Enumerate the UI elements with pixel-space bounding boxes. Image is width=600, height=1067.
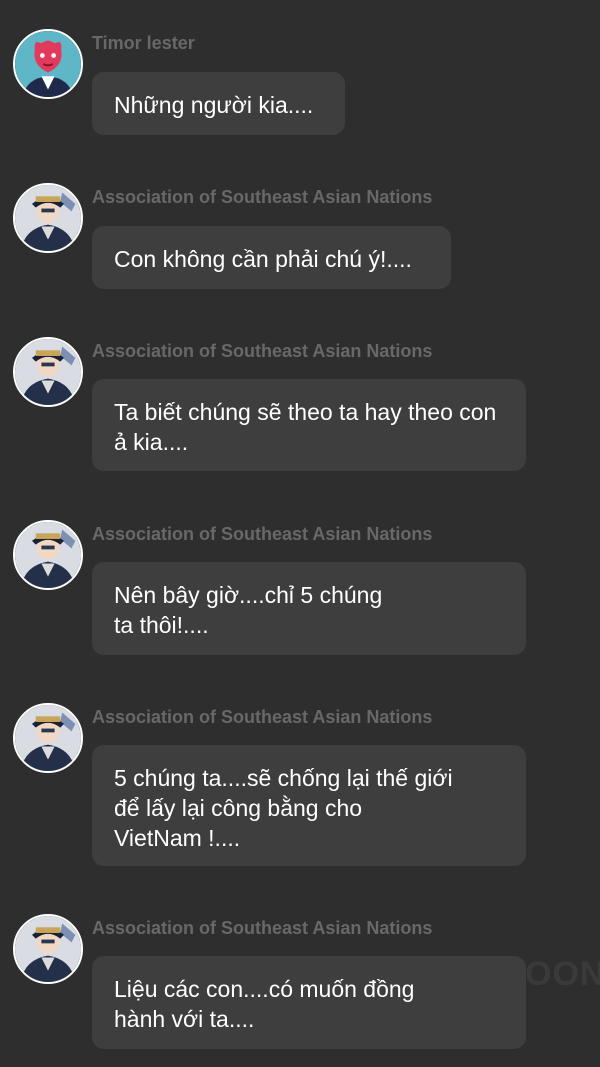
- sender-name: Association of Southeast Asian Nations: [92, 341, 433, 361]
- message-bubble[interactable]: Con không cần phải chú ý!....: [92, 226, 451, 289]
- uniformed-character-avatar-icon[interactable]: [13, 337, 83, 407]
- sender-name: Association of Southeast Asian Nations: [92, 707, 433, 727]
- uniformed-character-avatar-icon[interactable]: [13, 183, 83, 253]
- message-bubble[interactable]: Những người kia....: [92, 72, 345, 135]
- message-bubble[interactable]: Liệu các con....có muốn đồng hành với ta…: [92, 956, 526, 1049]
- sender-name: Association of Southeast Asian Nations: [92, 524, 433, 544]
- message-bubble[interactable]: 5 chúng ta....sẽ chống lại thế giới để l…: [92, 745, 526, 866]
- pink-character-avatar-icon[interactable]: [13, 29, 83, 99]
- watermark-logo: OON: [525, 955, 600, 993]
- message-bubble[interactable]: Ta biết chúng sẽ theo ta hay theo con ả …: [92, 379, 526, 471]
- sender-name: Association of Southeast Asian Nations: [92, 918, 433, 938]
- uniformed-character-avatar-icon[interactable]: [13, 914, 83, 984]
- uniformed-character-avatar-icon[interactable]: [13, 703, 83, 773]
- message-bubble[interactable]: Nên bây giờ....chỉ 5 chúng ta thôi!....: [92, 562, 526, 655]
- sender-name: Association of Southeast Asian Nations: [92, 187, 433, 207]
- uniformed-character-avatar-icon[interactable]: [13, 520, 83, 590]
- sender-name: Timor lester: [92, 33, 195, 53]
